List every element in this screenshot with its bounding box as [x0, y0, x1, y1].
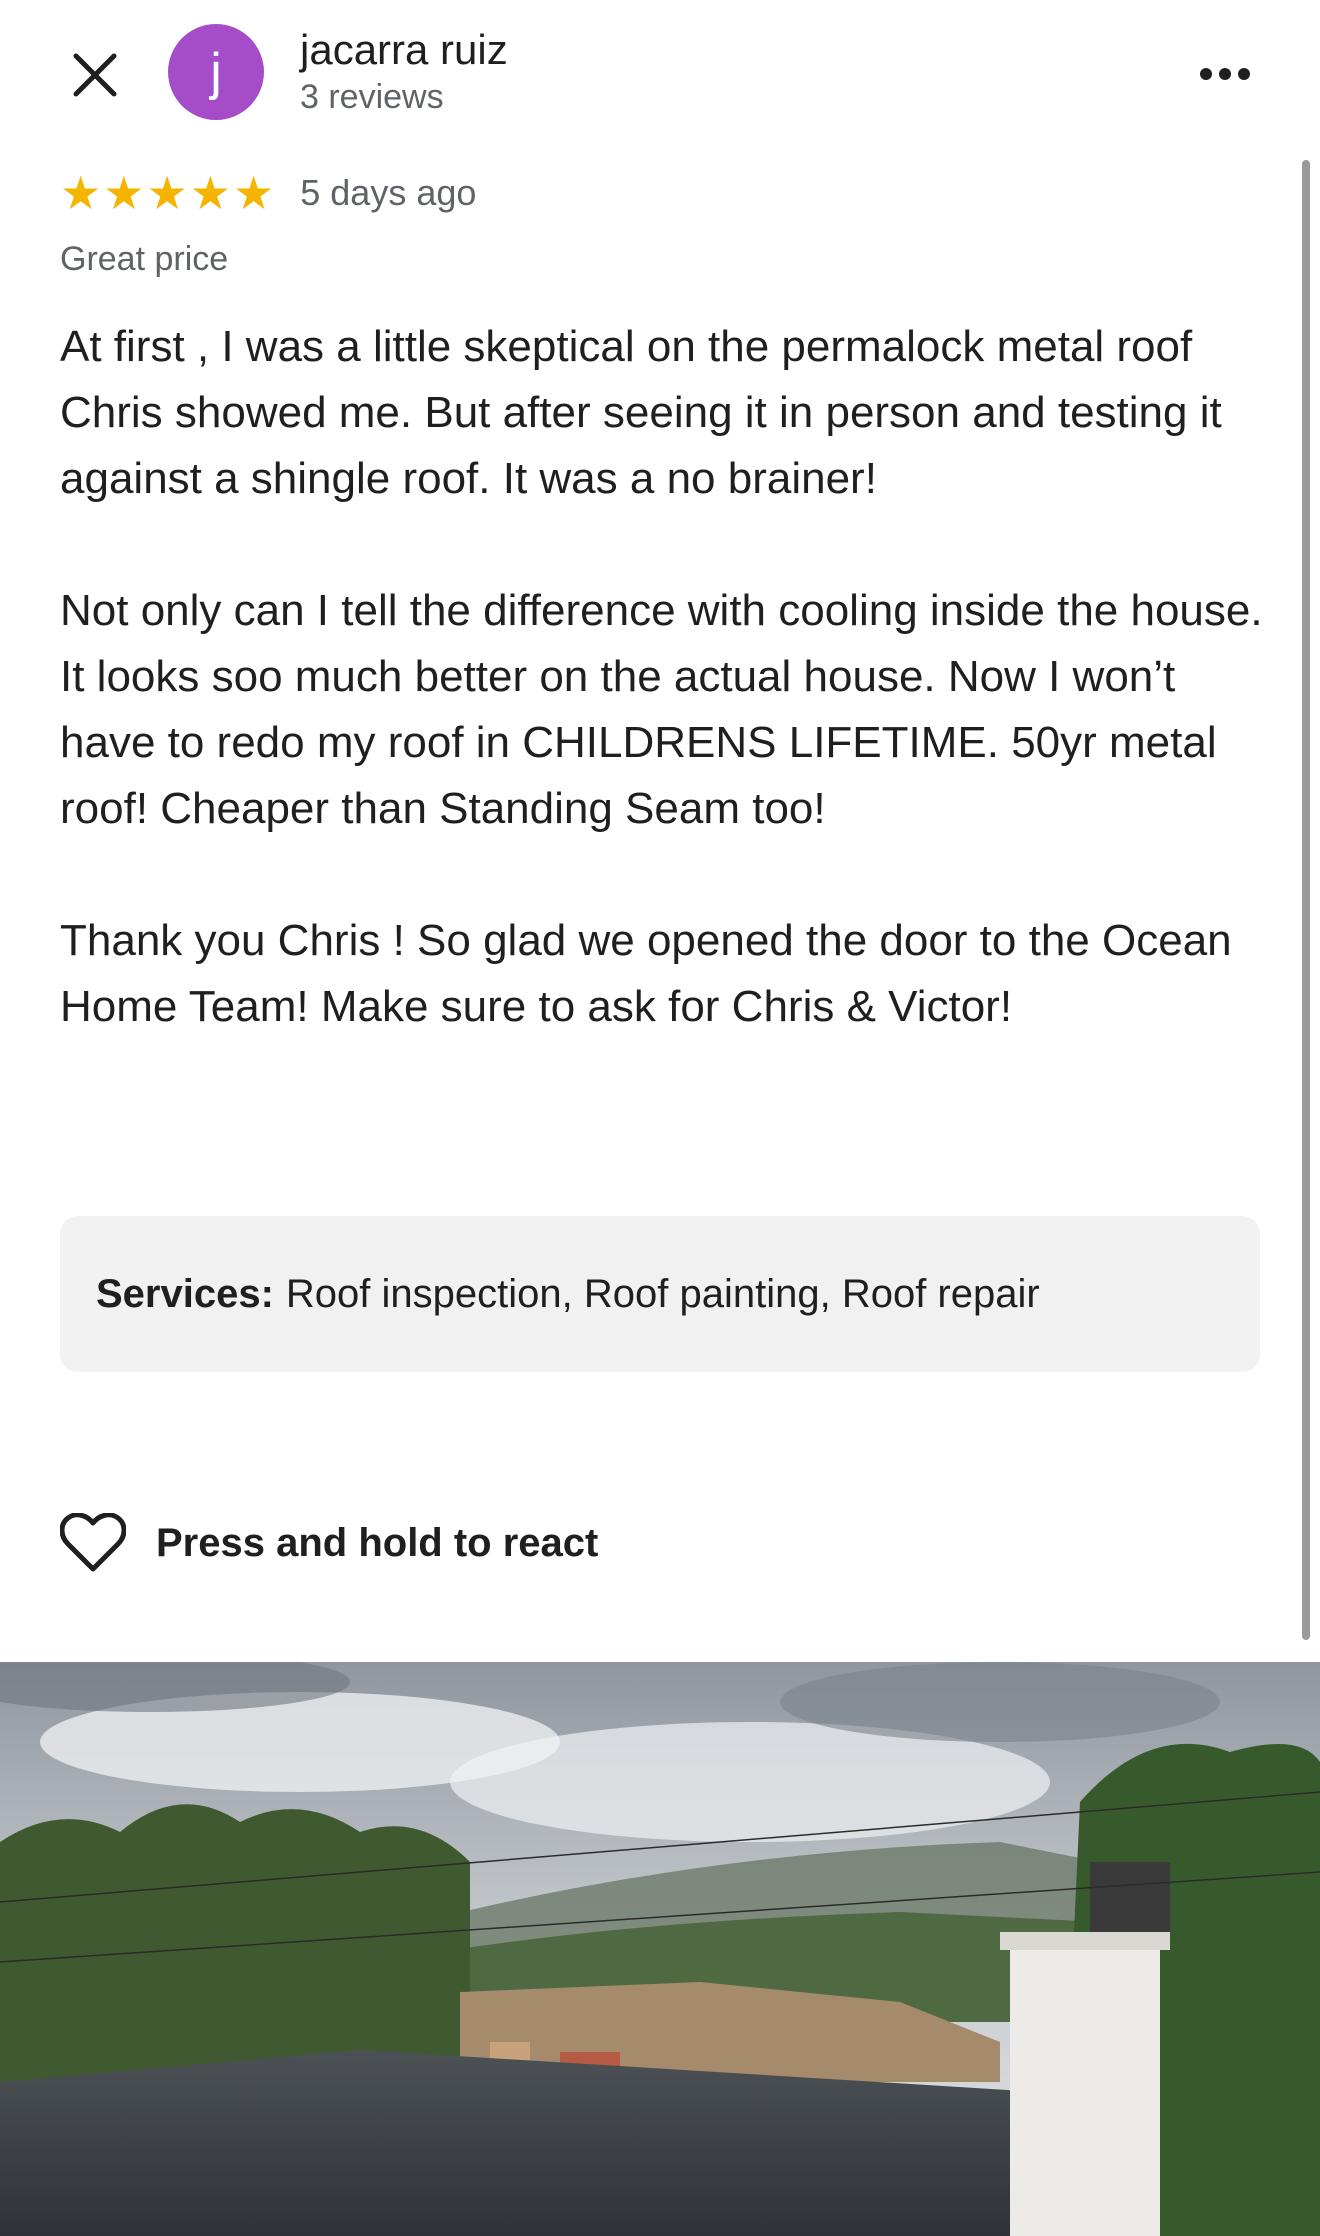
reviewer-name[interactable]: jacarra ruiz — [300, 26, 508, 74]
review-text: At first , I was a little skeptical on t… — [60, 314, 1270, 1106]
reviewer-review-count: 3 reviews — [300, 78, 444, 116]
review-highlight: Great price — [60, 240, 229, 278]
services-value: Roof inspection, Roof painting, Roof rep… — [285, 1271, 1040, 1316]
star-icon: ★ — [233, 167, 275, 219]
star-rating: ★ ★ ★ ★ ★ — [60, 170, 274, 216]
scrollbar[interactable] — [1302, 160, 1310, 1640]
avatar-letter: j — [210, 43, 222, 101]
review-time: 5 days ago — [300, 172, 477, 213]
react-label: Press and hold to react — [156, 1520, 599, 1565]
services-box: Services: Roof inspection, Roof painting… — [60, 1216, 1260, 1372]
close-button[interactable] — [60, 40, 130, 110]
review-paragraph: Not only can I tell the difference with … — [60, 586, 1263, 833]
heart-icon — [60, 1508, 130, 1578]
react-button[interactable]: Press and hold to react — [60, 1510, 598, 1576]
review-photo[interactable] — [0, 1662, 1320, 2236]
review-header: j jacarra ruiz 3 reviews — [0, 0, 1320, 150]
avatar[interactable]: j — [168, 24, 264, 120]
close-icon — [73, 53, 117, 97]
services-label: Services: — [96, 1271, 274, 1316]
rating-row: ★ ★ ★ ★ ★ 5 days ago — [60, 168, 476, 218]
review-paragraph: Thank you Chris ! So glad we opened the … — [60, 916, 1232, 1031]
star-icon: ★ — [146, 167, 188, 219]
star-icon: ★ — [189, 167, 231, 219]
star-icon: ★ — [103, 167, 145, 219]
more-options-icon — [1200, 68, 1250, 80]
review-paragraph: At first , I was a little skeptical on t… — [60, 322, 1222, 503]
more-options-button[interactable] — [1190, 44, 1260, 104]
star-icon: ★ — [60, 167, 102, 219]
